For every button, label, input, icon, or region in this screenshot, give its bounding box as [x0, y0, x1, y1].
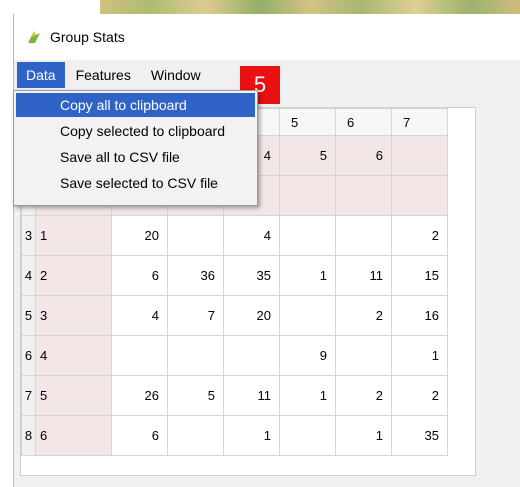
- table-cell[interactable]: 26: [111, 375, 168, 416]
- row-header[interactable]: 7: [21, 375, 36, 416]
- window-title: Group Stats: [50, 29, 125, 45]
- table-cell[interactable]: [335, 215, 392, 256]
- row-header[interactable]: 4: [21, 255, 36, 296]
- table-cell[interactable]: [279, 415, 336, 456]
- data-menu-dropdown: Copy all to clipboard Copy selected to c…: [13, 90, 258, 206]
- table-row[interactable]: 7 5 26 5 11 1 2 2: [21, 375, 448, 416]
- row-header[interactable]: 6: [21, 335, 36, 376]
- copy-selected-to-clipboard-item[interactable]: Copy selected to clipboard: [16, 119, 255, 143]
- table-cell[interactable]: 36: [167, 255, 224, 296]
- row-header[interactable]: 3: [21, 215, 36, 256]
- table-cell[interactable]: 2: [335, 375, 392, 416]
- table-cell[interactable]: 35: [391, 415, 448, 456]
- table-cell[interactable]: [279, 175, 336, 216]
- table-row[interactable]: 4 2 6 36 35 1 11 15: [21, 255, 448, 296]
- table-cell[interactable]: [167, 335, 224, 376]
- table-cell[interactable]: [279, 295, 336, 336]
- table-cell[interactable]: 4: [223, 215, 280, 256]
- table-row[interactable]: 5 3 4 7 20 2 16: [21, 295, 448, 336]
- menu-window[interactable]: Window: [142, 62, 210, 88]
- row-header[interactable]: 8: [21, 415, 36, 456]
- table-cell[interactable]: 7: [167, 295, 224, 336]
- copy-all-to-clipboard-item[interactable]: Copy all to clipboard: [16, 93, 255, 117]
- save-selected-to-csv-item[interactable]: Save selected to CSV file: [16, 171, 255, 195]
- table-cell[interactable]: 5: [279, 135, 336, 176]
- table-cell[interactable]: [167, 215, 224, 256]
- table-cell[interactable]: 20: [111, 215, 168, 256]
- table-cell[interactable]: [223, 335, 280, 376]
- title-bar: Group Stats: [14, 14, 520, 60]
- table-cell[interactable]: 6: [111, 255, 168, 296]
- table-cell[interactable]: 5: [167, 375, 224, 416]
- row-header[interactable]: 5: [21, 295, 36, 336]
- save-all-to-csv-item[interactable]: Save all to CSV file: [16, 145, 255, 169]
- table-cell[interactable]: [167, 415, 224, 456]
- row-label-cell[interactable]: 6: [35, 415, 112, 456]
- table-cell[interactable]: [335, 335, 392, 376]
- row-label-cell[interactable]: 3: [35, 295, 112, 336]
- table-cell[interactable]: 1: [223, 415, 280, 456]
- table-cell[interactable]: 1: [279, 255, 336, 296]
- column-header[interactable]: 5: [279, 108, 336, 136]
- map-background-strip: [100, 0, 520, 14]
- table-cell[interactable]: 6: [111, 415, 168, 456]
- row-label-cell[interactable]: 1: [35, 215, 112, 256]
- table-cell[interactable]: [111, 335, 168, 376]
- table-cell[interactable]: [335, 175, 392, 216]
- row-label-cell[interactable]: 5: [35, 375, 112, 416]
- table-cell[interactable]: 1: [335, 415, 392, 456]
- table-cell[interactable]: 15: [391, 255, 448, 296]
- table-cell[interactable]: 1: [391, 335, 448, 376]
- row-label-cell[interactable]: 4: [35, 335, 112, 376]
- table-row[interactable]: 8 6 6 1 1 35: [21, 415, 448, 456]
- table-cell[interactable]: 9: [279, 335, 336, 376]
- column-header[interactable]: 6: [335, 108, 392, 136]
- table-row[interactable]: 64 9 1: [21, 335, 448, 376]
- table-cell[interactable]: [391, 135, 448, 176]
- menu-features[interactable]: Features: [67, 62, 140, 88]
- table-cell[interactable]: 20: [223, 295, 280, 336]
- table-cell[interactable]: 1: [279, 375, 336, 416]
- table-cell[interactable]: 2: [335, 295, 392, 336]
- menu-data[interactable]: Data: [17, 62, 65, 88]
- table-cell[interactable]: 35: [223, 255, 280, 296]
- table-cell[interactable]: 2: [391, 375, 448, 416]
- table-cell[interactable]: 16: [391, 295, 448, 336]
- table-cell[interactable]: [391, 175, 448, 216]
- table-cell[interactable]: 11: [223, 375, 280, 416]
- qgis-icon: [26, 29, 42, 45]
- table-cell[interactable]: 4: [111, 295, 168, 336]
- row-label-cell[interactable]: 2: [35, 255, 112, 296]
- group-stats-window: Group Stats Data Features Window 1 2: [13, 14, 520, 487]
- table-cell[interactable]: 6: [335, 135, 392, 176]
- table-cell[interactable]: 11: [335, 255, 392, 296]
- table-cell[interactable]: 2: [391, 215, 448, 256]
- table-row[interactable]: 3 1 20 4 2: [21, 215, 448, 256]
- table-cell[interactable]: [279, 215, 336, 256]
- column-header[interactable]: 7: [391, 108, 448, 136]
